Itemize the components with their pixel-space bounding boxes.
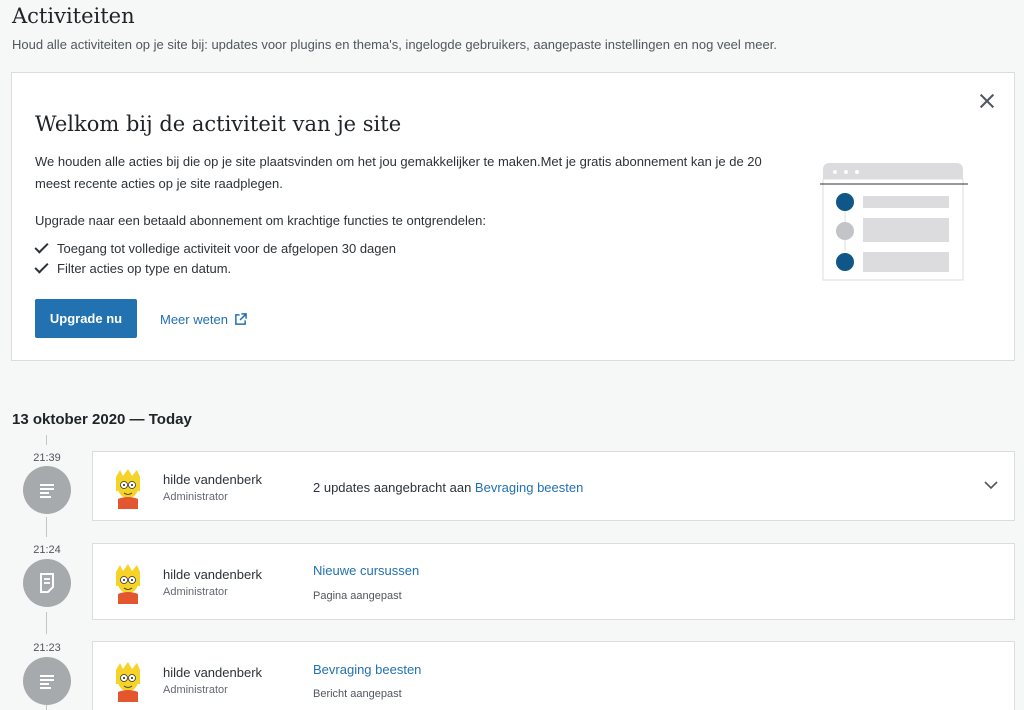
learn-more-link[interactable]: Meer weten — [160, 312, 247, 327]
chevron-down-icon[interactable] — [984, 478, 998, 492]
feature-label: Toegang tot volledige activiteit voor de… — [57, 241, 396, 256]
timeline-connector — [46, 435, 47, 445]
posts-list-icon — [23, 466, 71, 514]
avatar — [116, 564, 140, 604]
page-title: Activiteiten — [12, 4, 135, 28]
close-icon[interactable] — [976, 90, 998, 112]
actor-role: Administrator — [163, 684, 228, 696]
activity-card: hilde vandenberk Administrator Nieuwe cu… — [92, 543, 1015, 620]
activity-card: hilde vandenberk Administrator Bevraging… — [92, 641, 1015, 710]
event-time: 21:39 — [33, 452, 61, 464]
feature-label: Filter acties op type en datum. — [57, 261, 232, 276]
actor-role: Administrator — [163, 491, 228, 503]
avatar — [116, 662, 140, 702]
welcome-banner: Welkom bij de activiteit van je site We … — [11, 72, 1015, 361]
checkmark-icon — [34, 238, 49, 254]
summary-text: 2 updates aangebracht aan — [313, 480, 475, 495]
posts-list-icon — [23, 657, 71, 705]
page-subtitle: Houd alle activiteiten op je site bij: u… — [12, 37, 777, 52]
page-icon — [23, 559, 71, 607]
event-time: 21:24 — [33, 544, 61, 556]
checkmark-icon — [34, 258, 49, 274]
event-link[interactable]: Nieuwe cursussen — [313, 563, 419, 578]
banner-description: We houden alle acties bij die op je site… — [35, 154, 762, 191]
event-link[interactable]: Bevraging beesten — [475, 480, 583, 495]
event-time: 21:23 — [33, 642, 61, 654]
actor-name: hilde vandenberk — [163, 567, 263, 582]
event-type: Pagina aangepast — [313, 590, 402, 602]
actor-name: hilde vandenberk — [163, 665, 263, 680]
feature-item: Filter acties op type en datum. — [34, 258, 396, 279]
learn-more-label: Meer weten — [160, 312, 228, 327]
timeline-connector — [46, 517, 47, 537]
upgrade-button[interactable]: Upgrade nu — [35, 299, 137, 338]
feature-item: Toegang tot volledige activiteit voor de… — [34, 238, 396, 259]
actor-role: Administrator — [163, 586, 228, 598]
event-type: Bericht aangepast — [313, 688, 402, 700]
activity-illustration — [820, 163, 968, 281]
banner-title: Welkom bij de activiteit van je site — [35, 112, 402, 136]
actor-name: hilde vandenberk — [163, 472, 263, 487]
avatar — [116, 469, 140, 509]
event-link[interactable]: Bevraging beesten — [313, 662, 421, 677]
event-summary: 2 updates aangebracht aan Bevraging bees… — [313, 480, 583, 495]
timeline-connector — [46, 612, 47, 634]
banner-upgrade-text: Upgrade naar een betaald abonnement om k… — [35, 213, 486, 228]
external-link-icon — [235, 313, 247, 325]
day-heading: 13 oktober 2020 — Today — [12, 411, 192, 428]
timeline-connector — [46, 705, 47, 710]
activity-card: hilde vandenberk Administrator 2 updates… — [92, 451, 1015, 521]
feature-list: Toegang tot volledige activiteit voor de… — [34, 238, 396, 279]
